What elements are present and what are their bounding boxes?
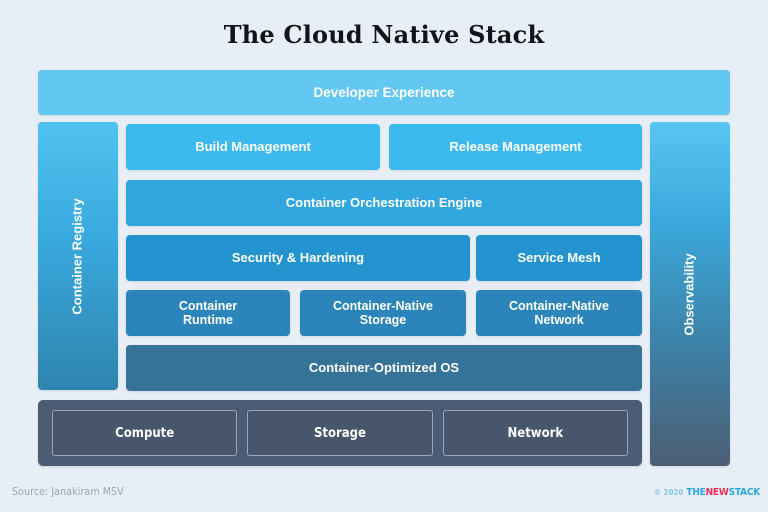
column-container-registry-label: Container Registry [69, 197, 85, 315]
brand-new: NEW [705, 487, 729, 498]
tier-release-management: Release Management [389, 124, 642, 170]
tier-build-management: Build Management [126, 124, 380, 170]
tier-service-mesh-label: Service Mesh [517, 249, 601, 265]
brand-copyright: © 2020 [654, 488, 684, 497]
tier-container-optimized-os: Container-Optimized OS [126, 345, 642, 391]
tier-developer-experience: Developer Experience [38, 70, 730, 115]
tier-build-management-label: Build Management [195, 138, 311, 154]
infrastructure-bar: Compute Storage Network [38, 400, 642, 466]
infrastructure-storage-label: Storage [313, 425, 366, 441]
infrastructure-compute: Compute [52, 410, 238, 456]
column-observability-label: Observability [681, 252, 697, 336]
source-attribution: Source: Janakiram MSV [12, 486, 124, 498]
tier-release-management-label: Release Management [449, 138, 582, 154]
footer: Source: Janakiram MSV © 2020 THE NEW STA… [0, 486, 768, 510]
tier-developer-experience-label: Developer Experience [313, 84, 455, 100]
infrastructure-compute-label: Compute [115, 425, 175, 441]
tier-service-mesh: Service Mesh [476, 235, 642, 281]
page-title: The Cloud Native Stack [223, 20, 545, 49]
tier-container-runtime: Container Runtime [126, 290, 290, 336]
tier-container-orchestration-engine-label: Container Orchestration Engine [285, 194, 483, 210]
tier-container-native-network: Container-Native Network [476, 290, 642, 336]
tier-security-and-hardening-label: Security & Hardening [231, 249, 365, 265]
infrastructure-network: Network [442, 410, 628, 456]
brand-logo: © 2020 THE NEW STACK [654, 487, 760, 498]
brand-the: THE [686, 487, 706, 498]
brand-stack: STACK [728, 487, 761, 498]
infrastructure-network-label: Network [507, 425, 564, 441]
infrastructure-storage: Storage [247, 410, 433, 456]
diagram-canvas: The Cloud Native Stack Developer Experie… [0, 0, 768, 512]
column-container-registry: Container Registry [38, 122, 118, 390]
tier-container-native-network-label: Container-Native Network [508, 298, 610, 327]
tier-container-optimized-os-label: Container-Optimized OS [308, 359, 460, 375]
column-observability: Observability [650, 122, 730, 466]
tier-container-native-storage-label: Container-Native Storage [332, 298, 434, 327]
tier-container-native-storage: Container-Native Storage [300, 290, 466, 336]
tier-container-orchestration-engine: Container Orchestration Engine [126, 180, 642, 226]
tier-security-and-hardening: Security & Hardening [126, 235, 470, 281]
tier-container-runtime-label: Container Runtime [178, 298, 238, 327]
